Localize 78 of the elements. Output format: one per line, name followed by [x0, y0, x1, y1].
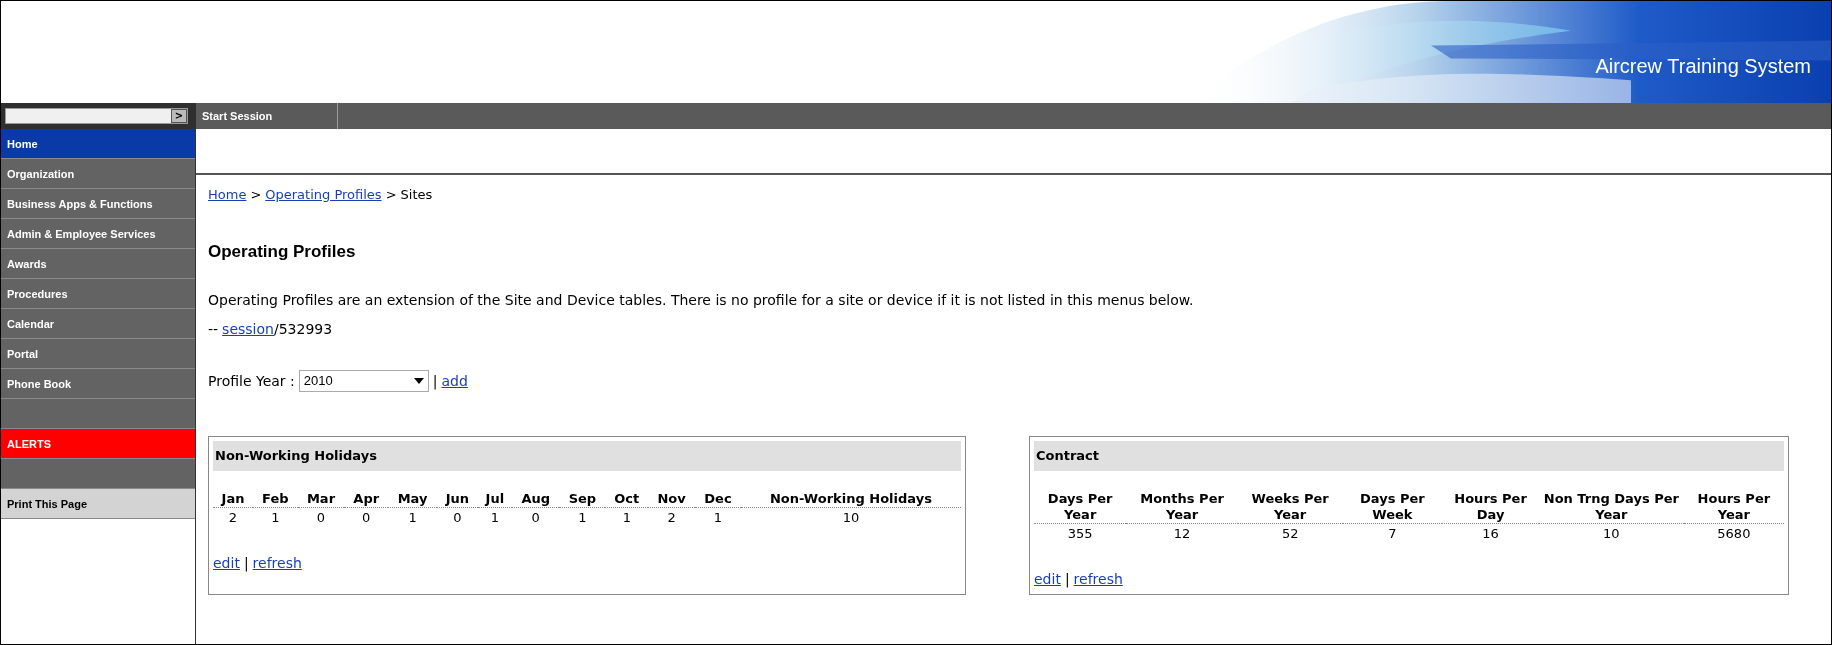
column-header: Hours Per Year: [1683, 490, 1784, 523]
sidebar-item[interactable]: Admin & Employee Services: [1, 219, 195, 249]
panel-link[interactable]: refresh: [1073, 569, 1123, 590]
search-button[interactable]: >: [171, 109, 187, 123]
sidebar-item[interactable]: Print This Page: [1, 489, 195, 519]
column-header: Days Per Year: [1034, 490, 1127, 523]
table-cell: 0: [437, 507, 478, 527]
table-cell: 1: [252, 507, 298, 527]
column-header: Nov: [648, 490, 696, 507]
nav-tab[interactable]: Start Session: [196, 103, 338, 129]
table-cell: 52: [1237, 523, 1343, 543]
sidebar-item[interactable]: Portal: [1, 339, 195, 369]
sidebar-item[interactable]: Organization: [1, 159, 195, 189]
table-cell: 10: [1539, 523, 1684, 543]
separator: |: [243, 554, 249, 574]
table-cell: 1: [559, 507, 606, 527]
column-header: Non Trng Days Per Year: [1539, 490, 1684, 523]
sidebar-item[interactable]: Procedures: [1, 279, 195, 309]
field-label: Profile Year :: [208, 371, 295, 391]
table-cell: 12: [1126, 523, 1238, 543]
column-header: Days Per Week: [1342, 490, 1443, 523]
sidebar-item[interactable]: Business Apps & Functions: [1, 189, 195, 219]
separator: |: [1064, 570, 1070, 590]
column-header: Months Per Year: [1126, 490, 1238, 523]
sidebar-item[interactable]: Awards: [1, 249, 195, 279]
table-cell: 16: [1442, 523, 1539, 543]
table-cell: 1: [695, 507, 741, 527]
year-dropdown[interactable]: 2010: [298, 370, 429, 392]
add-link[interactable]: add: [441, 370, 468, 392]
table-cell: 10: [740, 507, 961, 527]
panel-title: Contract: [1034, 441, 1784, 471]
breadcrumb-current: Sites: [400, 186, 433, 204]
app-title: Aircrew Training System: [1595, 54, 1811, 79]
table-cell: 1: [605, 507, 649, 527]
panel-link[interactable]: edit: [213, 553, 240, 574]
table-cell: 0: [512, 507, 560, 527]
column-header: Oct: [605, 490, 649, 507]
column-header: Mar: [297, 490, 345, 507]
column-header: Dec: [695, 490, 741, 507]
description: Operating Profiles are an extension of the Site and Device tables. There is no profile for a site or device if it is not listed in this menus below.: [208, 291, 1195, 310]
column-header: Jun: [437, 490, 478, 507]
table-cell: 355: [1034, 523, 1127, 543]
table-cell: 1: [477, 507, 513, 527]
table-cell: 2: [648, 507, 696, 527]
column-header: Non-Working Holidays: [740, 490, 961, 507]
dropdown-arrow-icon: [413, 378, 424, 384]
separator: |: [432, 371, 438, 392]
panel-title: Non-Working Holidays: [213, 441, 961, 471]
table-cell: 2: [213, 507, 253, 527]
page-title: Operating Profiles: [208, 240, 357, 263]
breadcrumb-link[interactable]: Home: [208, 185, 247, 205]
panel-link[interactable]: refresh: [252, 553, 302, 574]
sidebar-item[interactable]: Phone Book: [1, 369, 195, 399]
column-header: May: [388, 490, 438, 507]
session-link[interactable]: session: [222, 319, 274, 340]
column-header: Feb: [252, 490, 298, 507]
panel-link[interactable]: edit: [1034, 569, 1061, 590]
sidebar-item[interactable]: Home: [1, 129, 195, 159]
table-cell: 1: [388, 507, 438, 527]
table-cell: 0: [344, 507, 389, 527]
sidebar-item[interactable]: Calendar: [1, 309, 195, 339]
table-cell: 7: [1342, 523, 1443, 543]
session-id: /532993: [273, 320, 333, 339]
column-header: Weeks Per Year: [1237, 490, 1343, 523]
sidebar-item[interactable]: ALERTS: [1, 429, 195, 459]
column-header: Jan: [213, 490, 253, 507]
search-field[interactable]: >: [5, 108, 188, 124]
breadcrumb-link[interactable]: Operating Profiles: [265, 185, 382, 205]
column-header: Hours Per Day: [1442, 490, 1539, 523]
column-header: Sep: [559, 490, 606, 507]
table-cell: 5680: [1683, 523, 1784, 543]
breadcrumb-separator: >: [385, 186, 397, 204]
table-cell: 0: [297, 507, 345, 527]
column-header: Apr: [344, 490, 389, 507]
breadcrumb-separator: >: [250, 186, 262, 204]
column-header: Jul: [477, 490, 513, 507]
column-header: Aug: [512, 490, 560, 507]
session-prefix: --: [208, 320, 219, 339]
